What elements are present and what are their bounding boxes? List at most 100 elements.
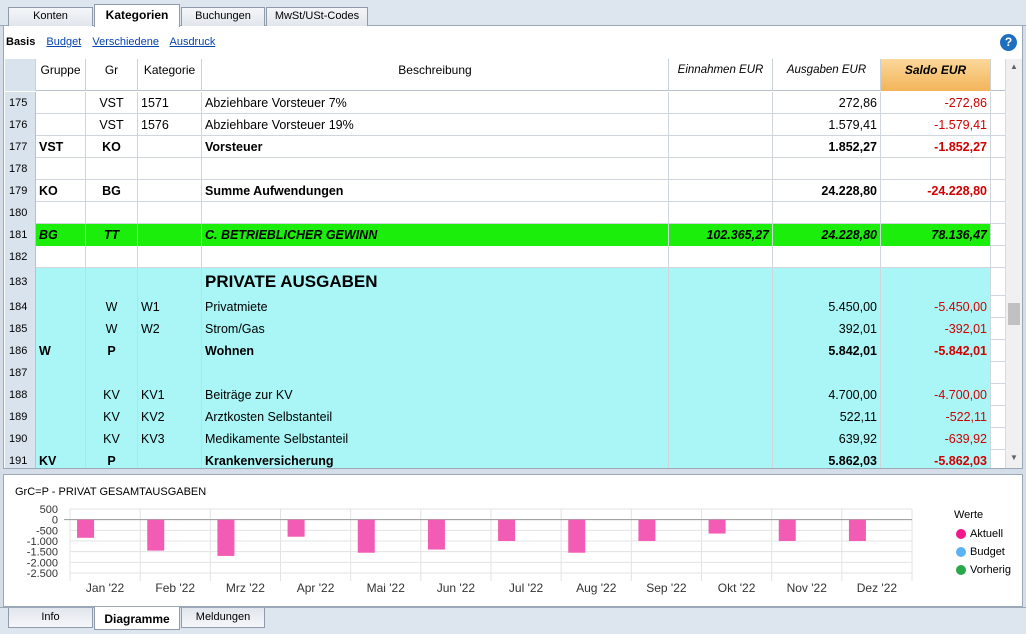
cell-ausgaben[interactable]: 272,86 xyxy=(773,92,881,114)
cell-gruppe[interactable]: VST xyxy=(36,136,86,158)
cell-ausgaben[interactable]: 24.228,80 xyxy=(773,180,881,202)
cell-kategorie[interactable] xyxy=(138,246,202,268)
scroll-up-icon[interactable]: ▲ xyxy=(1010,62,1018,71)
cell-einnahmen[interactable] xyxy=(669,136,773,158)
cell-gruppe[interactable]: KV xyxy=(36,450,86,468)
table-row[interactable]: 175 VST 1571 Abziehbare Vorsteuer 7% 272,86-… xyxy=(5,92,1005,114)
legend-item-aktuell[interactable]: Aktuell xyxy=(954,525,1011,543)
table-row[interactable]: 190 KV KV3 Medikamente Selbstanteil 639,92 -6… xyxy=(5,428,1005,450)
cell-kategorie[interactable]: 1571 xyxy=(138,92,202,114)
cell-saldo[interactable]: -392,01 xyxy=(881,318,991,340)
cell-saldo[interactable]: -5.450,00 xyxy=(881,296,991,318)
table-row[interactable]: 181 BG TT C. BETRIEBLICHER GEWINN 102.365,27… xyxy=(5,224,1005,246)
cell-beschreibung[interactable] xyxy=(202,202,669,224)
cell-beschreibung[interactable]: Krankenversicherung xyxy=(202,450,669,468)
col-kategorie-header[interactable]: Kategorie xyxy=(138,59,202,91)
cell-saldo[interactable]: -522,11 xyxy=(881,406,991,428)
cell-kategorie[interactable] xyxy=(138,340,202,362)
chart-bar[interactable] xyxy=(217,519,235,556)
cell-kategorie[interactable] xyxy=(138,180,202,202)
table-row[interactable]: 183 PRIVATE AUSGABEN xyxy=(5,268,1005,296)
cell-saldo[interactable] xyxy=(881,246,991,268)
cell-gruppe[interactable] xyxy=(36,158,86,180)
cell-saldo[interactable]: -1.579,41 xyxy=(881,114,991,136)
cell-saldo[interactable]: -4.700,00 xyxy=(881,384,991,406)
row-number[interactable]: 187 xyxy=(5,362,36,384)
cell-ausgaben[interactable] xyxy=(773,202,881,224)
tab-konten[interactable]: Konten xyxy=(8,7,93,26)
cell-einnahmen[interactable] xyxy=(669,114,773,136)
cell-ausgaben[interactable]: 5.842,01 xyxy=(773,340,881,362)
cell-saldo[interactable]: -5.842,01 xyxy=(881,340,991,362)
cell-kategorie[interactable]: W2 xyxy=(138,318,202,340)
cell-gr[interactable] xyxy=(86,362,138,384)
cell-kategorie[interactable]: KV1 xyxy=(138,384,202,406)
cell-kategorie[interactable] xyxy=(138,362,202,384)
cell-gruppe[interactable] xyxy=(36,362,86,384)
tab-meldungen[interactable]: Meldungen xyxy=(181,608,265,628)
chart-bar[interactable] xyxy=(357,519,375,553)
cell-ausgaben[interactable]: 1.579,41 xyxy=(773,114,881,136)
cell-einnahmen[interactable] xyxy=(669,340,773,362)
col-gr-header[interactable]: Gr xyxy=(86,59,138,91)
cell-ausgaben[interactable] xyxy=(773,362,881,384)
row-number[interactable]: 188 xyxy=(5,384,36,406)
cell-einnahmen[interactable] xyxy=(669,92,773,114)
tab-info[interactable]: Info xyxy=(8,608,93,628)
cell-beschreibung[interactable] xyxy=(202,158,669,180)
cell-einnahmen[interactable] xyxy=(669,428,773,450)
cell-saldo[interactable] xyxy=(881,268,991,296)
cell-kategorie[interactable]: KV3 xyxy=(138,428,202,450)
table-row[interactable]: 182 xyxy=(5,246,1005,268)
view-ausdruck-link[interactable]: Ausdruck xyxy=(169,36,215,48)
cell-kategorie[interactable] xyxy=(138,224,202,246)
cell-beschreibung[interactable]: Arztkosten Selbstanteil xyxy=(202,406,669,428)
cell-einnahmen[interactable] xyxy=(669,246,773,268)
cell-kategorie[interactable]: 1576 xyxy=(138,114,202,136)
cell-gr[interactable]: VST xyxy=(86,114,138,136)
legend-item-vorherig[interactable]: Vorherig xyxy=(954,561,1011,579)
cell-gr[interactable] xyxy=(86,202,138,224)
cell-gr[interactable]: P xyxy=(86,450,138,468)
cell-gruppe[interactable] xyxy=(36,202,86,224)
chart-bar[interactable] xyxy=(147,519,165,551)
cell-gruppe[interactable]: W xyxy=(36,340,86,362)
cell-gr[interactable] xyxy=(86,158,138,180)
cell-gr[interactable]: VST xyxy=(86,92,138,114)
cell-beschreibung[interactable]: Beiträge zur KV xyxy=(202,384,669,406)
cell-saldo[interactable]: -272,86 xyxy=(881,92,991,114)
cell-ausgaben[interactable]: 5.862,03 xyxy=(773,450,881,468)
cell-beschreibung[interactable]: Wohnen xyxy=(202,340,669,362)
cell-gr[interactable]: TT xyxy=(86,224,138,246)
cell-gr[interactable]: KV xyxy=(86,428,138,450)
cell-gr[interactable]: W xyxy=(86,318,138,340)
row-number[interactable]: 186 xyxy=(5,340,36,362)
scroll-thumb[interactable] xyxy=(1008,303,1020,325)
col-einnahmen-header[interactable]: Einnahmen EUR xyxy=(669,59,773,91)
cell-gr[interactable]: P xyxy=(86,340,138,362)
tab-mwst-ust-codes[interactable]: MwSt/USt-Codes xyxy=(266,7,368,26)
table-row[interactable]: 179 KO BG Summe Aufwendungen 24.228,80 -24.22… xyxy=(5,180,1005,202)
col-beschreibung-header[interactable]: Beschreibung xyxy=(202,59,669,91)
row-number[interactable]: 190 xyxy=(5,428,36,450)
chart-bar[interactable] xyxy=(708,519,726,534)
chart-bar[interactable] xyxy=(638,519,656,541)
chart-bar[interactable] xyxy=(568,519,586,553)
cell-einnahmen[interactable] xyxy=(669,318,773,340)
row-number[interactable]: 185 xyxy=(5,318,36,340)
cell-gruppe[interactable] xyxy=(36,268,86,296)
cell-gruppe[interactable] xyxy=(36,114,86,136)
cell-beschreibung[interactable]: C. BETRIEBLICHER GEWINN xyxy=(202,224,669,246)
row-number[interactable]: 181 xyxy=(5,224,36,246)
chart-bar[interactable] xyxy=(427,519,445,550)
table-row[interactable]: 191 KV P Krankenversicherung 5.862,03 -5.862,… xyxy=(5,450,1005,468)
table-row[interactable]: 184 W W1 Privatmiete 5.450,00 -5.450,00 xyxy=(5,296,1005,318)
cell-einnahmen[interactable] xyxy=(669,180,773,202)
table-row[interactable]: 188 KV KV1 Beiträge zur KV 4.700,00 -4.700,00 xyxy=(5,384,1005,406)
tab-buchungen[interactable]: Buchungen xyxy=(181,7,265,26)
cell-kategorie[interactable]: KV2 xyxy=(138,406,202,428)
row-number[interactable]: 175 xyxy=(5,92,36,114)
chart-bar[interactable] xyxy=(778,519,796,541)
row-number[interactable]: 180 xyxy=(5,202,36,224)
cell-gruppe[interactable]: BG xyxy=(36,224,86,246)
